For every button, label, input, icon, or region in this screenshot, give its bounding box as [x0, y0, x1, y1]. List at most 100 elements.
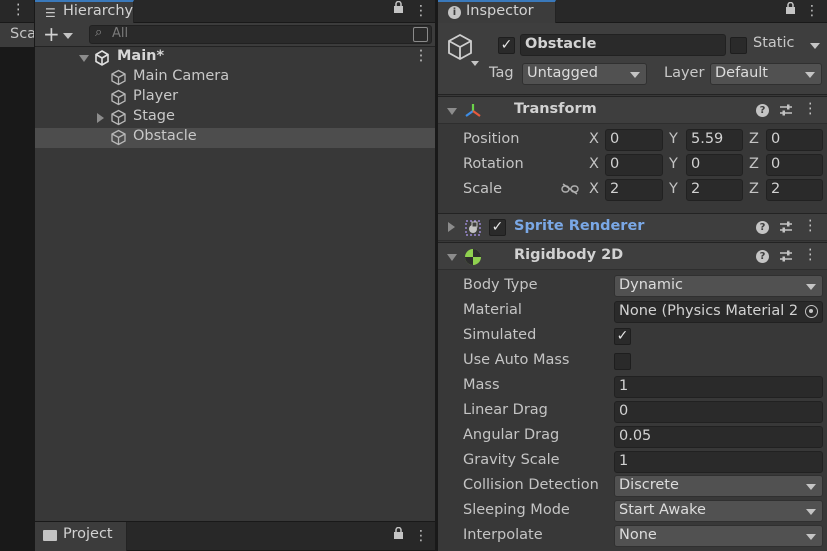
- create-plus-icon[interactable]: +: [43, 23, 60, 45]
- hierarchy-item-obstacle[interactable]: Obstacle: [35, 128, 435, 148]
- hierarchy-search-input[interactable]: ⌕ All: [89, 25, 432, 44]
- gameobject-header: ✓ Obstacle Static Tag Untagged Layer Def…: [438, 23, 827, 95]
- axis-z-label[interactable]: Z: [749, 181, 759, 197]
- tab-inspector-label: Inspector: [466, 3, 534, 19]
- hierarchy-item-player[interactable]: Player: [35, 88, 435, 108]
- search-filter-icon[interactable]: [413, 27, 428, 42]
- inspector-tabbar: i Inspector ⋮: [438, 0, 827, 23]
- scale-z-field[interactable]: 2: [766, 179, 823, 201]
- foldout-open-icon[interactable]: [447, 254, 457, 261]
- foldout-open-icon[interactable]: [447, 108, 457, 115]
- hierarchy-icon: ☰: [45, 6, 56, 20]
- interpolate-dropdown[interactable]: None: [614, 525, 823, 547]
- object-name-field[interactable]: Obstacle: [520, 34, 726, 56]
- kebab-menu-icon[interactable]: ⋮: [803, 101, 818, 117]
- presets-icon[interactable]: [779, 103, 793, 121]
- mass-field[interactable]: 1: [614, 376, 823, 398]
- scene-name: Main*: [117, 48, 165, 64]
- axis-y-label[interactable]: Y: [669, 131, 678, 147]
- presets-icon[interactable]: [779, 249, 793, 267]
- sprite-renderer-enabled-checkbox[interactable]: ✓: [489, 219, 506, 236]
- scene-view-strip: ⋮ Sca: [0, 0, 37, 551]
- scale-x-field[interactable]: 2: [605, 179, 663, 201]
- axis-z-label[interactable]: Z: [749, 131, 759, 147]
- position-label: Position: [463, 131, 520, 147]
- kebab-menu-icon[interactable]: ⋮: [413, 1, 429, 21]
- lock-icon[interactable]: [782, 1, 798, 21]
- object-picker-icon[interactable]: [805, 305, 818, 318]
- kebab-menu-icon[interactable]: ⋮: [413, 526, 429, 546]
- axis-x-label[interactable]: X: [589, 131, 599, 147]
- angular-drag-field[interactable]: 0.05: [614, 426, 823, 448]
- tab-hierarchy[interactable]: ☰ Hierarchy: [35, 0, 134, 23]
- gameobject-large-cube-icon[interactable]: [446, 33, 474, 65]
- layer-label: Layer: [664, 65, 705, 81]
- scene-row-main[interactable]: Main* ⋮: [35, 48, 435, 68]
- interpolate-value: None: [619, 527, 657, 543]
- axis-x-label[interactable]: X: [589, 181, 599, 197]
- sleeping-mode-dropdown[interactable]: Start Awake: [614, 500, 823, 522]
- chevron-down-icon: [805, 72, 815, 78]
- hierarchy-tree: Main* ⋮ Main Camera Player Stage Obstacl…: [35, 48, 435, 521]
- lock-icon[interactable]: [390, 0, 406, 21]
- constrain-proportions-link-icon[interactable]: [561, 183, 579, 199]
- chevron-down-icon: [806, 284, 816, 290]
- rotation-x-field[interactable]: 0: [605, 154, 663, 176]
- axis-y-label[interactable]: Y: [669, 181, 678, 197]
- linear-drag-field[interactable]: 0: [614, 401, 823, 423]
- axis-z-label[interactable]: Z: [749, 156, 759, 172]
- rotation-y-field[interactable]: 0: [686, 154, 743, 176]
- transform-icon: [464, 102, 482, 124]
- rigidbody-2d-header[interactable]: Rigidbody 2D ? ⋮: [438, 242, 827, 270]
- presets-icon[interactable]: [779, 220, 793, 238]
- active-checkbox[interactable]: ✓: [498, 37, 515, 54]
- body-type-dropdown[interactable]: Dynamic: [614, 275, 823, 297]
- linear-drag-label: Linear Drag: [463, 402, 548, 418]
- collision-detection-dropdown[interactable]: Discrete: [614, 475, 823, 497]
- body-type-value: Dynamic: [619, 277, 683, 293]
- foldout-closed-icon[interactable]: [97, 113, 104, 123]
- transform-header[interactable]: Transform ? ⋮: [438, 96, 827, 124]
- tab-inspector[interactable]: i Inspector: [438, 0, 556, 23]
- lock-icon[interactable]: [390, 526, 406, 546]
- hierarchy-item-stage[interactable]: Stage: [35, 108, 435, 128]
- kebab-menu-icon[interactable]: ⋮: [804, 1, 820, 21]
- axis-x-label[interactable]: X: [589, 156, 599, 172]
- rotation-z-field[interactable]: 0: [766, 154, 823, 176]
- create-dropdown-arrow-icon[interactable]: [63, 33, 73, 39]
- sprite-renderer-title[interactable]: Sprite Renderer: [514, 218, 644, 234]
- material-object-field[interactable]: None (Physics Material 2: [614, 301, 823, 323]
- static-dropdown-arrow-icon[interactable]: [810, 43, 820, 49]
- rigidbody-2d-title: Rigidbody 2D: [514, 247, 624, 263]
- gravity-scale-field[interactable]: 1: [614, 451, 823, 473]
- kebab-menu-icon[interactable]: ⋮: [803, 218, 818, 234]
- icon-picker-arrow-icon[interactable]: [471, 61, 479, 66]
- static-checkbox[interactable]: [730, 37, 747, 54]
- sprite-renderer-header[interactable]: ✓ Sprite Renderer ? ⋮: [438, 213, 827, 241]
- hierarchy-item-main-camera[interactable]: Main Camera: [35, 68, 435, 88]
- tab-project[interactable]: Project: [35, 522, 127, 551]
- static-label: Static: [753, 35, 795, 51]
- layer-dropdown[interactable]: Default: [710, 63, 822, 85]
- help-icon[interactable]: ?: [756, 221, 769, 234]
- kebab-icon[interactable]: ⋮: [11, 2, 26, 18]
- scene-kebab-icon[interactable]: ⋮: [413, 48, 429, 64]
- scale-label: Sca: [10, 26, 37, 42]
- help-icon[interactable]: ?: [756, 104, 769, 117]
- help-icon[interactable]: ?: [756, 250, 769, 263]
- foldout-open-icon[interactable]: [79, 55, 89, 62]
- position-z-field[interactable]: 0: [766, 129, 823, 151]
- scale-y-field[interactable]: 2: [686, 179, 743, 201]
- axis-y-label[interactable]: Y: [669, 156, 678, 172]
- tag-dropdown[interactable]: Untagged: [522, 63, 647, 85]
- position-x-field[interactable]: 0: [605, 129, 663, 151]
- position-y-field[interactable]: 5.59: [686, 129, 743, 151]
- simulated-checkbox[interactable]: ✓: [614, 328, 631, 345]
- foldout-closed-icon[interactable]: [448, 222, 455, 232]
- use-auto-mass-checkbox[interactable]: [614, 353, 631, 370]
- kebab-menu-icon[interactable]: ⋮: [803, 247, 818, 263]
- collision-detection-label: Collision Detection: [463, 477, 599, 493]
- project-panel: Project ⋮: [34, 521, 436, 551]
- use-auto-mass-label: Use Auto Mass: [463, 352, 570, 368]
- gameobject-cube-icon: [110, 109, 127, 130]
